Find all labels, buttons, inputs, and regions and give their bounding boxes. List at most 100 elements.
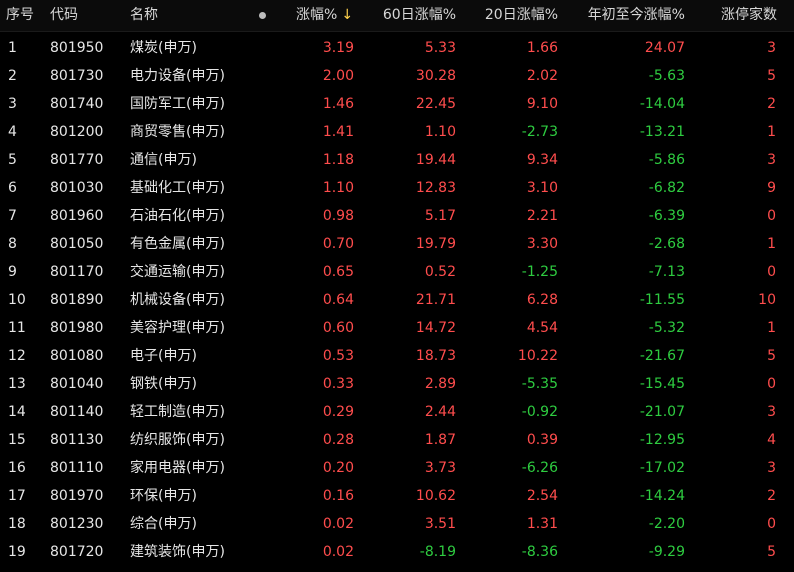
table-header: 序号 代码 名称 涨幅% ↓ 60日涨幅% 20日涨幅% 年初至今涨幅% 涨停家数	[0, 0, 794, 32]
cell-code: 801030	[50, 180, 104, 196]
cell-change-20d: -1.25	[521, 264, 558, 280]
table-row[interactable]: 4 801200 商贸零售(申万) 1.41 1.10 -2.73 -13.21 1	[0, 118, 794, 146]
cell-change-20d: 0.39	[526, 432, 558, 448]
cell-change: 0.53	[322, 348, 354, 364]
column-header-limit-up-count[interactable]: 涨停家数	[721, 0, 777, 31]
column-header-change-60d[interactable]: 60日涨幅%	[383, 0, 456, 31]
cell-change-ytd: -11.55	[639, 292, 685, 308]
cell-seq: 2	[8, 68, 17, 84]
cell-name: 通信(申万)	[130, 152, 197, 168]
cell-change-20d: 9.34	[526, 152, 558, 168]
cell-change-ytd: -5.32	[648, 320, 685, 336]
table-row[interactable]: 1 801950 煤炭(申万) 3.19 5.33 1.66 24.07 3	[0, 34, 794, 62]
table-row[interactable]: 2 801730 电力设备(申万) 2.00 30.28 2.02 -5.63 5	[0, 62, 794, 90]
table-row[interactable]: 14 801140 轻工制造(申万) 0.29 2.44 -0.92 -21.07 3	[0, 398, 794, 426]
column-settings-dot-icon[interactable]	[259, 12, 266, 19]
column-header-name[interactable]: 名称	[130, 0, 158, 31]
cell-change-60d: 1.87	[424, 432, 456, 448]
cell-limit-up-count: 5	[767, 544, 776, 560]
cell-seq: 18	[8, 516, 26, 532]
cell-code: 801040	[50, 376, 104, 392]
table-row[interactable]: 19 801720 建筑装饰(申万) 0.02 -8.19 -8.36 -9.29 5	[0, 538, 794, 566]
cell-name: 钢铁(申万)	[130, 376, 197, 392]
cell-change: 1.18	[322, 152, 354, 168]
cell-change: 0.64	[322, 292, 354, 308]
cell-seq: 3	[8, 96, 17, 112]
cell-change-60d: 12.83	[415, 180, 456, 196]
cell-change-20d: 2.02	[526, 68, 558, 84]
cell-seq: 6	[8, 180, 17, 196]
cell-change: 0.29	[322, 404, 354, 420]
cell-change-20d: 1.66	[526, 40, 558, 56]
column-header-change-label: 涨幅%	[296, 7, 338, 23]
column-header-change-ytd[interactable]: 年初至今涨幅%	[588, 0, 685, 31]
column-header-change-20d[interactable]: 20日涨幅%	[485, 0, 558, 31]
cell-code: 801950	[50, 40, 104, 56]
table-row[interactable]: 12 801080 电子(申万) 0.53 18.73 10.22 -21.67 5	[0, 342, 794, 370]
table-row[interactable]: 9 801170 交通运输(申万) 0.65 0.52 -1.25 -7.13 0	[0, 258, 794, 286]
cell-change-20d: 6.28	[526, 292, 558, 308]
table-row[interactable]: 16 801110 家用电器(申万) 0.20 3.73 -6.26 -17.02 3	[0, 454, 794, 482]
cell-seq: 17	[8, 488, 26, 504]
cell-code: 801960	[50, 208, 104, 224]
column-header-seq[interactable]: 序号	[6, 0, 34, 31]
table-row[interactable]: 3 801740 国防军工(申万) 1.46 22.45 9.10 -14.04 2	[0, 90, 794, 118]
cell-name: 纺织服饰(申万)	[130, 432, 225, 448]
cell-change-60d: 2.89	[424, 376, 456, 392]
cell-change: 0.98	[322, 208, 354, 224]
cell-seq: 9	[8, 264, 17, 280]
table-row[interactable]: 8 801050 有色金属(申万) 0.70 19.79 3.30 -2.68 1	[0, 230, 794, 258]
cell-code: 801050	[50, 236, 104, 252]
cell-change-ytd: -15.45	[639, 376, 685, 392]
cell-seq: 10	[8, 292, 26, 308]
cell-name: 交通运输(申万)	[130, 264, 225, 280]
cell-seq: 12	[8, 348, 26, 364]
cell-change: 2.00	[322, 68, 354, 84]
table-row[interactable]: 15 801130 纺织服饰(申万) 0.28 1.87 0.39 -12.95 4	[0, 426, 794, 454]
cell-limit-up-count: 0	[767, 376, 776, 392]
column-header-change[interactable]: 涨幅% ↓	[296, 0, 353, 31]
cell-change-20d: 4.54	[526, 320, 558, 336]
cell-change-ytd: -17.02	[639, 460, 685, 476]
column-header-code[interactable]: 代码	[50, 0, 78, 31]
cell-code: 801720	[50, 544, 104, 560]
cell-name: 综合(申万)	[130, 516, 197, 532]
cell-code: 801730	[50, 68, 104, 84]
table-row[interactable]: 11 801980 美容护理(申万) 0.60 14.72 4.54 -5.32 1	[0, 314, 794, 342]
cell-change-60d: 22.45	[415, 96, 456, 112]
cell-code: 801980	[50, 320, 104, 336]
cell-change: 1.41	[322, 124, 354, 140]
cell-change-60d: 10.62	[415, 488, 456, 504]
table-row[interactable]: 6 801030 基础化工(申万) 1.10 12.83 3.10 -6.82 9	[0, 174, 794, 202]
cell-seq: 15	[8, 432, 26, 448]
cell-limit-up-count: 0	[767, 208, 776, 224]
cell-limit-up-count: 3	[767, 460, 776, 476]
cell-seq: 7	[8, 208, 17, 224]
cell-limit-up-count: 1	[767, 124, 776, 140]
table-row[interactable]: 18 801230 综合(申万) 0.02 3.51 1.31 -2.20 0	[0, 510, 794, 538]
cell-change-60d: 14.72	[415, 320, 456, 336]
cell-change-60d: 1.10	[424, 124, 456, 140]
table-row[interactable]: 5 801770 通信(申万) 1.18 19.44 9.34 -5.86 3	[0, 146, 794, 174]
cell-code: 801770	[50, 152, 104, 168]
table-row[interactable]: 13 801040 钢铁(申万) 0.33 2.89 -5.35 -15.45 0	[0, 370, 794, 398]
table-row[interactable]: 7 801960 石油石化(申万) 0.98 5.17 2.21 -6.39 0	[0, 202, 794, 230]
cell-change-60d: 2.44	[424, 404, 456, 420]
cell-change-20d: 10.22	[517, 348, 558, 364]
cell-change: 0.33	[322, 376, 354, 392]
table-row[interactable]: 17 801970 环保(申万) 0.16 10.62 2.54 -14.24 2	[0, 482, 794, 510]
industry-ranking-table: 序号 代码 名称 涨幅% ↓ 60日涨幅% 20日涨幅% 年初至今涨幅% 涨停家数…	[0, 0, 794, 572]
cell-limit-up-count: 1	[767, 236, 776, 252]
cell-change-60d: 18.73	[415, 348, 456, 364]
cell-limit-up-count: 1	[767, 320, 776, 336]
cell-change-20d: 2.54	[526, 488, 558, 504]
cell-change-60d: 3.73	[424, 460, 456, 476]
table-row[interactable]: 10 801890 机械设备(申万) 0.64 21.71 6.28 -11.55 10	[0, 286, 794, 314]
cell-code: 801170	[50, 264, 104, 280]
cell-seq: 1	[8, 40, 17, 56]
cell-name: 建筑装饰(申万)	[130, 544, 225, 560]
cell-seq: 4	[8, 124, 17, 140]
cell-change-60d: 19.79	[415, 236, 456, 252]
cell-change-20d: -5.35	[521, 376, 558, 392]
cell-change-ytd: 24.07	[644, 40, 685, 56]
